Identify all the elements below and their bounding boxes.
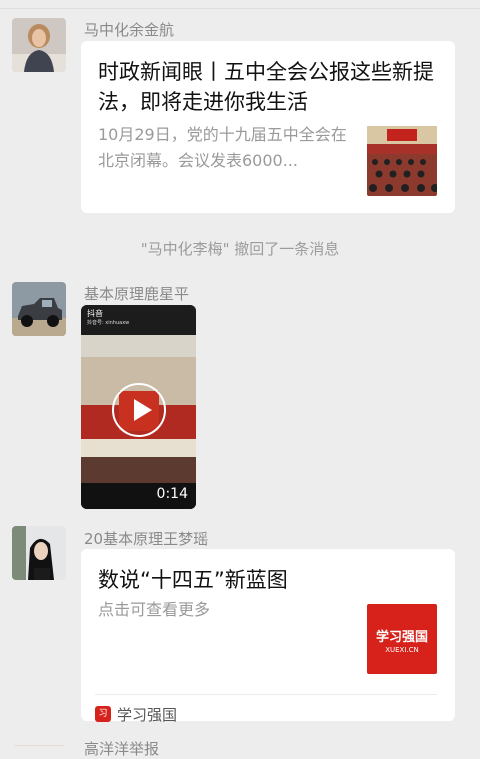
meeting-hall-photo-icon: [367, 126, 437, 196]
avatar[interactable]: [12, 18, 66, 72]
video-message[interactable]: 抖音 抖音号: xinhuaxw 0:14: [81, 305, 196, 509]
girl-portrait-avatar-icon: [12, 526, 66, 580]
top-divider: [0, 8, 480, 9]
avatar[interactable]: [12, 738, 66, 746]
source-name: 学习强国: [117, 706, 178, 724]
article-title: 时政新闻眼丨五中全会公报这些新提法，即将走进你我生活: [98, 60, 434, 114]
xuexi-qiangguo-logo: 学习强国 XUEXI.CN: [367, 604, 437, 674]
sender-name: 基本原理鹿星平: [84, 285, 190, 303]
sender-name: 高洋洋举报: [84, 740, 160, 758]
video-duration: 0:14: [156, 486, 188, 502]
thumb-logo-text: 学习强国: [375, 630, 428, 645]
recall-notice: "马中化李梅" 撤回了一条消息: [140, 240, 340, 258]
avatar[interactable]: [12, 526, 66, 580]
woman-portrait-avatar-icon: [12, 18, 66, 72]
article-card[interactable]: 时政新闻眼丨五中全会公报这些新提法，即将走进你我生活 10月29日，党的十九届五…: [81, 41, 455, 213]
play-icon[interactable]: [112, 383, 166, 437]
sender-name: 20基本原理王梦瑶: [84, 530, 209, 548]
article-thumbnail: [367, 126, 437, 196]
thumb-logo-subtext: XUEXI.CN: [385, 646, 419, 654]
xuexi-source-icon: 习: [95, 706, 111, 722]
article-title: 数说“十四五”新蓝图: [98, 568, 288, 592]
tiktok-account-id: 抖音号: xinhuaxw: [87, 320, 130, 326]
avatar[interactable]: [12, 282, 66, 336]
pickup-truck-avatar-icon: [12, 282, 66, 336]
source-divider: [95, 694, 437, 695]
article-description: 10月29日，党的十九届五中全会在北京闭幕。会议发表6000...: [98, 125, 347, 170]
article-card[interactable]: 数说“十四五”新蓝图 点击可查看更多 学习强国 XUEXI.CN 习 学习强国: [81, 549, 455, 724]
article-description: 点击可查看更多: [98, 600, 211, 619]
sender-name: 马中化余金航: [84, 21, 175, 39]
tiktok-logo: 抖音: [87, 309, 103, 318]
